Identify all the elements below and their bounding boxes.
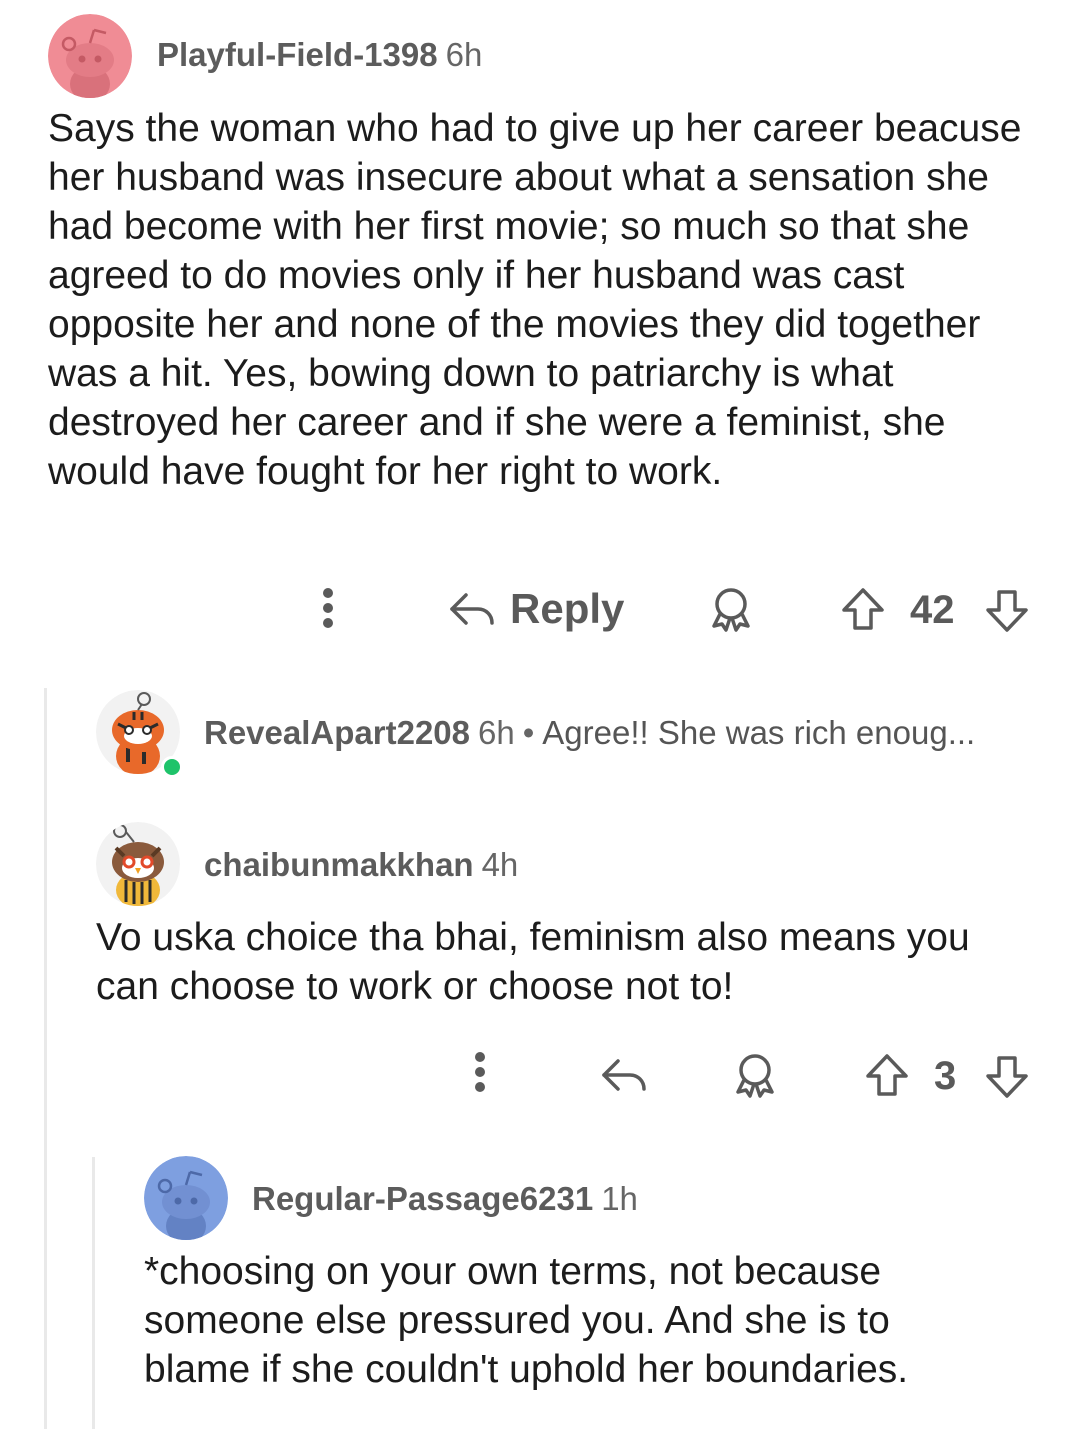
upvote-arrow-icon <box>842 588 884 630</box>
more-vertical-icon <box>475 1052 485 1092</box>
timestamp: 6h <box>478 714 515 751</box>
snoo-avatar-pink <box>48 14 132 98</box>
username[interactable]: chaibunmakkhan <box>204 846 474 883</box>
snoo-avatar-owl <box>96 822 180 906</box>
comment-meta: Regular-Passage6231 1h <box>252 1180 638 1218</box>
username[interactable]: RevealApart2208 <box>204 714 470 751</box>
reply-label: Reply <box>510 585 625 632</box>
comment-meta: RevealApart2208 6h • Agree!! She was rich e… <box>204 714 975 752</box>
vote-score: 42 <box>910 588 955 632</box>
comment-meta: chaibunmakkhan 4h <box>204 846 518 884</box>
username[interactable]: Playful-Field-1398 <box>157 36 438 73</box>
comment-body: Vo uska choice tha bhai, feminism also m… <box>96 916 970 1008</box>
downvote-button[interactable] <box>984 586 1030 636</box>
upvote-button[interactable] <box>864 1050 910 1100</box>
avatar[interactable] <box>96 822 180 906</box>
award-button[interactable] <box>708 584 754 634</box>
comment-body: Says the woman who had to give up her ca… <box>48 107 1022 493</box>
online-status-dot <box>161 756 183 778</box>
timestamp: 1h <box>601 1180 638 1217</box>
award-icon <box>712 588 750 632</box>
more-options-button[interactable] <box>462 1050 498 1094</box>
upvote-button[interactable] <box>840 584 886 634</box>
thread-line-level-1[interactable] <box>44 688 47 1429</box>
username[interactable]: Regular-Passage6231 <box>252 1180 593 1217</box>
more-vertical-icon <box>323 588 333 628</box>
comment-preview[interactable]: Agree!! She was rich enoug... <box>542 714 975 751</box>
snoo-avatar-blue <box>144 1156 228 1240</box>
reply-button[interactable]: Reply <box>448 584 624 634</box>
award-button[interactable] <box>732 1050 778 1100</box>
avatar[interactable] <box>48 14 132 98</box>
timestamp: 6h <box>445 36 483 73</box>
downvote-arrow-icon <box>986 1056 1028 1098</box>
comment-meta: Playful-Field-1398 6h <box>157 36 482 74</box>
thread-line-level-2[interactable] <box>92 1157 95 1429</box>
reply-arrow-icon <box>450 593 494 625</box>
reply-button[interactable] <box>600 1050 648 1100</box>
more-options-button[interactable] <box>310 586 346 630</box>
separator: • <box>522 714 535 751</box>
vote-score: 3 <box>934 1054 957 1098</box>
downvote-arrow-icon <box>986 590 1028 632</box>
avatar[interactable] <box>144 1156 228 1240</box>
comment-body: *choosing on your own terms, not because… <box>144 1250 909 1391</box>
award-icon <box>736 1054 774 1098</box>
reply-arrow-icon <box>602 1059 646 1091</box>
timestamp: 4h <box>481 846 519 883</box>
upvote-arrow-icon <box>866 1054 908 1096</box>
downvote-button[interactable] <box>984 1052 1030 1102</box>
